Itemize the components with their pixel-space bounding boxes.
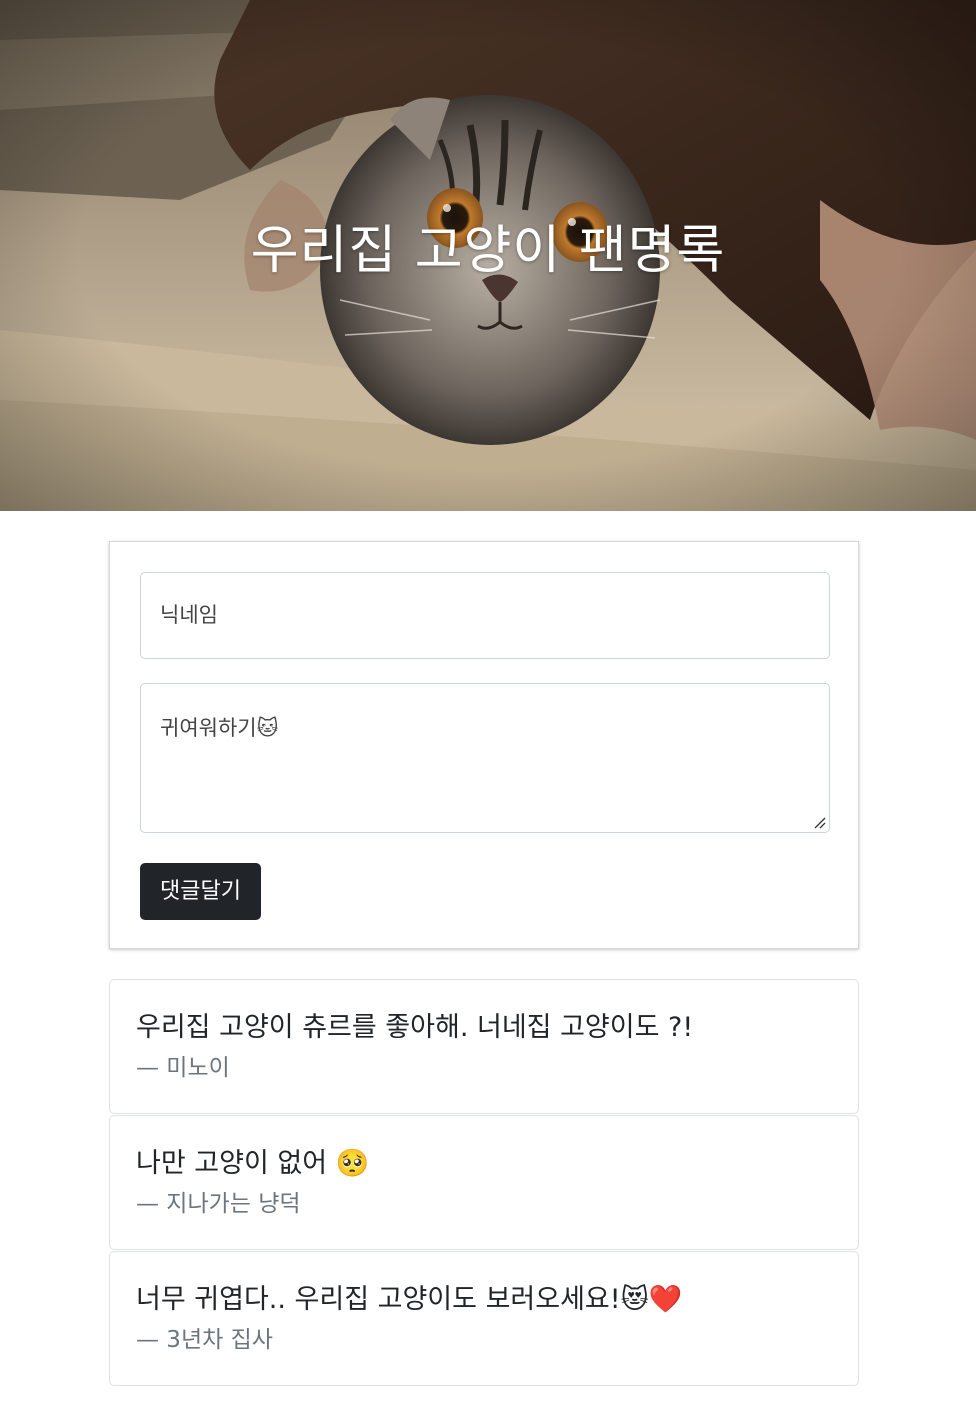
comment-author: — 미노이: [136, 1055, 230, 1081]
guestbook-form: 닉네임 귀여워하기🐱 댓글달기: [109, 541, 859, 949]
comment-card: 나만 고양이 없어 🥺 — 지나가는 냥덕: [109, 1115, 859, 1250]
comment-text: 너무 귀엽다.. 우리집 고양이도 보러오세요!😻❤️: [136, 1284, 683, 1315]
hero-banner: 우리집 고양이 팬명록: [0, 0, 976, 511]
message-placeholder: 귀여워하기🐱: [160, 716, 279, 740]
comment-author: — 지나가는 냥덕: [136, 1191, 301, 1217]
comment-list: 우리집 고양이 츄르를 좋아해. 너네집 고양이도 ?! — 미노이 나만 고양…: [109, 979, 859, 1387]
comment-text: 나만 고양이 없어 🥺: [136, 1148, 370, 1179]
nickname-input[interactable]: 닉네임: [140, 572, 830, 659]
resize-handle-icon[interactable]: [812, 815, 826, 829]
comment-text: 우리집 고양이 츄르를 좋아해. 너네집 고양이도 ?!: [136, 1012, 694, 1043]
comment-author: — 3년차 집사: [136, 1327, 273, 1353]
message-textarea[interactable]: 귀여워하기🐱: [140, 683, 830, 833]
page-title: 우리집 고양이 팬명록: [250, 221, 726, 281]
submit-comment-button[interactable]: 댓글달기: [140, 863, 261, 920]
comment-card: 우리집 고양이 츄르를 좋아해. 너네집 고양이도 ?! — 미노이: [109, 979, 859, 1114]
comment-card: 너무 귀엽다.. 우리집 고양이도 보러오세요!😻❤️ — 3년차 집사: [109, 1251, 859, 1386]
